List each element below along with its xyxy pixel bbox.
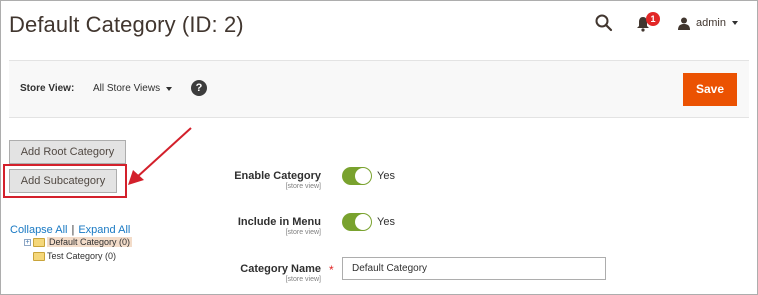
category-name-scope: [store view] [285, 276, 321, 283]
user-icon [678, 17, 690, 30]
notifications-button[interactable]: 1 [636, 12, 660, 34]
chevron-down-icon [166, 86, 173, 91]
category-name-label: Category Name [240, 263, 321, 275]
enable-category-value: Yes [377, 170, 395, 182]
tree-node-label[interactable]: Default Category (0) [47, 237, 133, 247]
notification-count-badge: 1 [646, 12, 660, 26]
tree-toggle-links: Collapse All | Expand All [10, 224, 130, 236]
enable-category-label: Enable Category [234, 170, 321, 182]
required-marker: * [329, 263, 334, 277]
expand-all-link[interactable]: Expand All [78, 224, 130, 236]
toggle-knob [355, 214, 371, 230]
tree-node-label[interactable]: Test Category (0) [47, 251, 116, 261]
include-in-menu-value: Yes [377, 216, 395, 228]
user-name: admin [696, 17, 726, 29]
expand-node-icon[interactable]: + [24, 238, 31, 246]
collapse-all-link[interactable]: Collapse All [10, 224, 67, 236]
user-menu[interactable]: admin [678, 14, 738, 32]
annotation-arrow-icon [128, 127, 192, 185]
toggle-knob [355, 168, 371, 184]
tree-node[interactable]: + Default Category (0) [24, 237, 133, 247]
add-root-category-button[interactable]: Add Root Category [9, 140, 126, 164]
link-separator: | [71, 224, 75, 236]
category-name-input[interactable] [342, 257, 606, 280]
include-in-menu-scope: [store view] [285, 229, 321, 236]
store-switcher-toolbar: Store View: All Store Views ? Save [9, 60, 749, 118]
help-icon[interactable]: ? [191, 80, 207, 96]
search-icon[interactable] [595, 14, 613, 32]
save-button[interactable]: Save [683, 73, 737, 106]
store-view-dropdown[interactable]: All Store Views [93, 83, 173, 94]
store-view-label: Store View: [20, 83, 75, 94]
page-title: Default Category (ID: 2) [9, 12, 244, 37]
highlight-annotation-box [3, 164, 127, 198]
include-in-menu-label: Include in Menu [237, 216, 321, 228]
folder-icon [33, 237, 45, 247]
store-view-value: All Store Views [93, 83, 161, 94]
chevron-down-icon [731, 21, 738, 25]
tree-node[interactable]: Test Category (0) [33, 251, 116, 261]
include-in-menu-toggle[interactable] [342, 213, 372, 231]
folder-icon [33, 251, 45, 261]
enable-category-scope: [store view] [285, 183, 321, 190]
enable-category-toggle[interactable] [342, 167, 372, 185]
